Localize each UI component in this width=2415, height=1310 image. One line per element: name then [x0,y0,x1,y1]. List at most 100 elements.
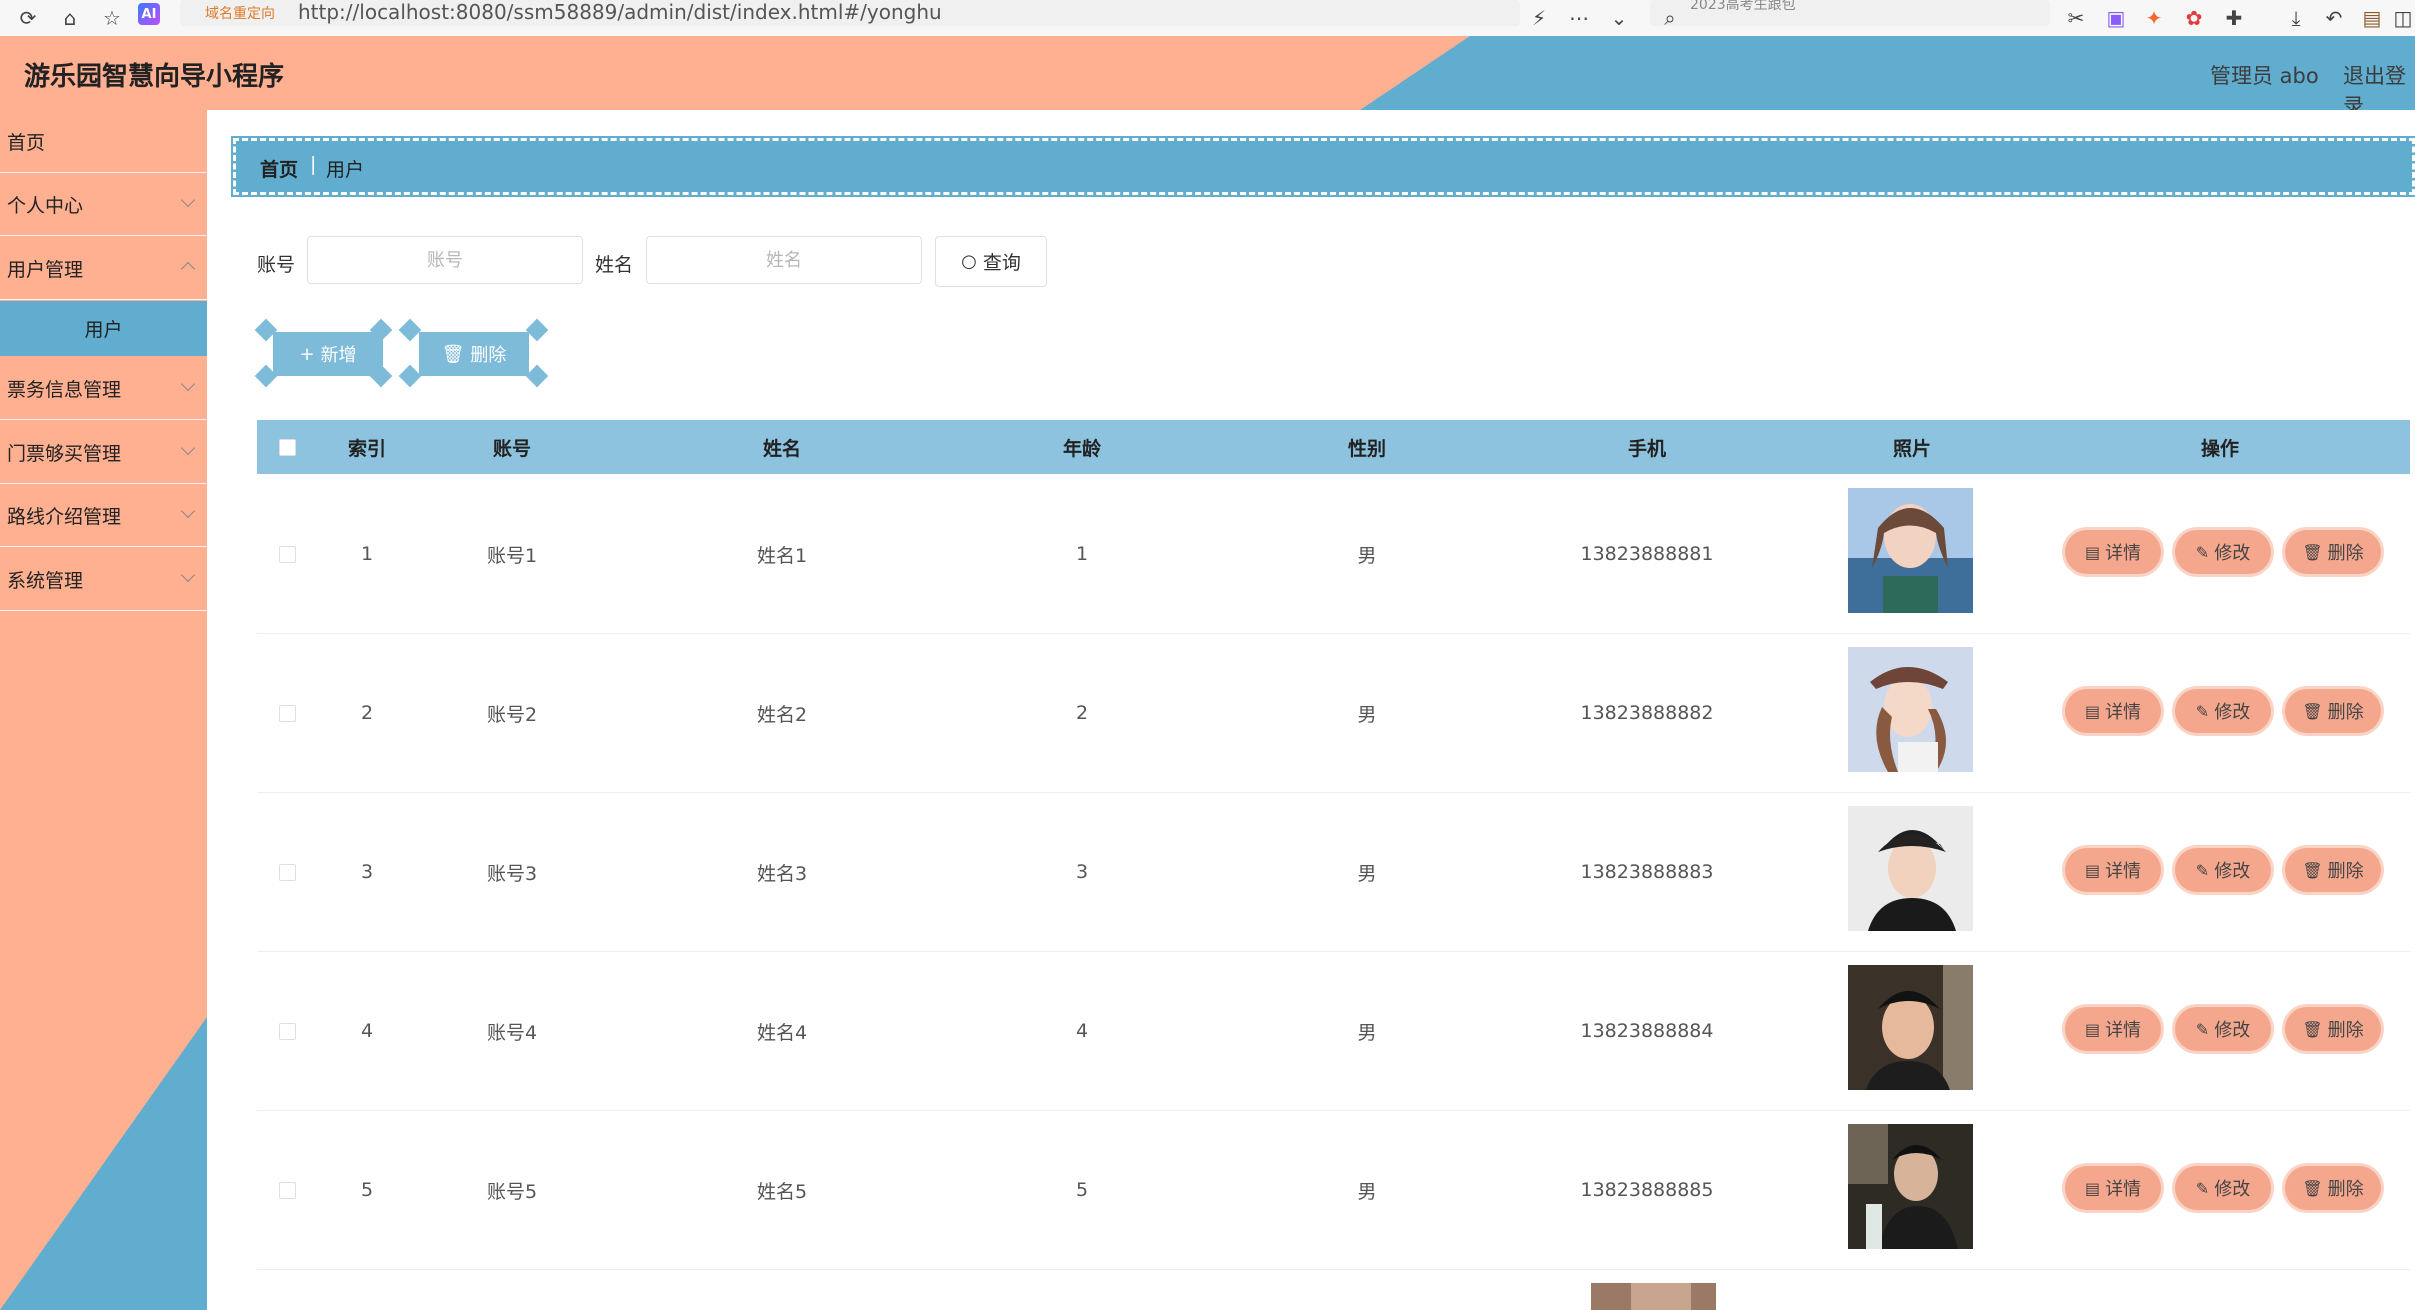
briefcase-icon[interactable]: ▤ [2358,0,2386,36]
more-icon[interactable]: ⋯ [1565,0,1593,36]
undo-icon[interactable]: ↶ [2320,0,2348,36]
add-button-label: 新增 [320,345,357,366]
pencil-icon: ✎ [2195,1019,2210,1039]
download-icon[interactable]: ⤓ [2282,0,2310,36]
detail-button[interactable]: ▤ 详情 [2065,530,2161,574]
url-text[interactable]: http://localhost:8080/ssm58889/admin/dis… [298,0,942,24]
pencil-icon: ✎ [2195,542,2210,562]
row-checkbox[interactable] [279,1023,296,1040]
sidebar-corner-decoration [0,1017,207,1310]
cell-age: 3 [1075,861,1089,883]
ai-extension-icon[interactable]: AI [138,3,160,25]
add-button[interactable]: + 新增 [273,332,383,376]
sidebar-item-ticket-info[interactable]: 票务信息管理 [0,357,207,420]
row-checkbox[interactable] [279,864,296,881]
edit-button[interactable]: ✎ 修改 [2175,1166,2271,1210]
query-button[interactable]: ○ 查询 [935,236,1047,287]
trash-icon: 🗑 [2302,860,2323,880]
chevron-down-icon [180,376,196,392]
col-name: 姓名 [762,437,801,460]
delete-button[interactable]: 🗑 删除 [2285,1007,2381,1051]
sidebar-item-user-management[interactable]: 用户管理 [0,237,207,300]
button-corner-decoration [398,364,422,388]
detail-button[interactable]: ▤ 详情 [2065,689,2161,733]
browser-toolbar: ⟳ ⌂ ☆ AI 域名重定向 http://localhost:8080/ssm… [0,0,2415,37]
table-row: 1 账号1 姓名1 1 男 13823888881 ▤ 详情 ✎ 修改 🗑 删除 [257,475,2410,634]
button-corner-decoration [525,364,549,388]
home-icon[interactable]: ⌂ [56,0,84,36]
cell-index: 4 [360,1020,374,1042]
edit-button[interactable]: ✎ 修改 [2175,689,2271,733]
user-photo[interactable] [1848,1124,1973,1249]
select-all-checkbox[interactable] [279,439,296,456]
col-index: 索引 [347,437,386,460]
cell-name: 姓名4 [756,1021,808,1044]
puzzle-icon[interactable]: ✚ [2220,0,2248,36]
game-icon[interactable]: ✦ [2140,0,2168,36]
browser-search-text: 2023高考生跟包 [1690,0,1796,13]
delete-label: 删除 [2327,543,2364,564]
translate-icon[interactable]: ▣ [2102,0,2130,36]
name-label: 姓名 [595,254,634,276]
detail-label: 详情 [2105,702,2142,723]
cell-phone: 13823888885 [1580,1179,1714,1201]
cell-index: 5 [360,1179,374,1201]
logout-link[interactable]: 退出登录 [2343,60,2415,110]
user-photo[interactable] [1848,488,1973,613]
col-phone: 手机 [1627,437,1666,460]
scissors-icon[interactable]: ✂ [2062,0,2090,36]
delete-button[interactable]: 🗑 删除 [2285,689,2381,733]
delete-button[interactable]: 🗑 删除 [2285,848,2381,892]
account-search-input[interactable] [307,236,583,284]
batch-delete-button[interactable]: 🗑 删除 [419,332,529,376]
delete-button[interactable]: 🗑 删除 [2285,530,2381,574]
sidebar-subitem-users[interactable]: 用户 [0,301,207,356]
sidebar-item-label: 门票够买管理 [7,442,122,465]
sidebar-item-ticket-purchase[interactable]: 门票够买管理 [0,421,207,484]
cell-account: 账号1 [486,544,538,567]
trash-icon: 🗑 [2302,542,2323,562]
chevron-down-icon[interactable]: ⌄ [1605,0,1633,36]
sidebar: 首页 个人中心 用户管理 用户 票务信息管理 门票够买管理 路线介绍管理 系统管… [0,110,207,1310]
bookmark-star-icon[interactable]: ☆ [98,0,126,36]
user-photo[interactable] [1848,806,1973,931]
detail-button[interactable]: ▤ 详情 [2065,848,2161,892]
edit-button[interactable]: ✎ 修改 [2175,848,2271,892]
cell-gender: 男 [1357,1021,1377,1044]
col-photo: 照片 [1892,437,1931,460]
user-photo[interactable] [1848,647,1973,772]
row-checkbox[interactable] [279,546,296,563]
edit-label: 修改 [2214,702,2251,723]
detail-button[interactable]: ▤ 详情 [2065,1007,2161,1051]
lightning-icon[interactable]: ⚡ [1525,0,1553,36]
flower-icon[interactable]: ✿ [2180,0,2208,36]
document-icon: ▤ [2084,1019,2101,1039]
edit-button[interactable]: ✎ 修改 [2175,530,2271,574]
user-photo[interactable] [1848,965,1973,1090]
sidebar-item-home[interactable]: 首页 [0,110,207,173]
name-search-input[interactable] [646,236,922,284]
cell-account: 账号2 [486,703,538,726]
sidebar-item-system[interactable]: 系统管理 [0,548,207,611]
row-checkbox[interactable] [279,1182,296,1199]
cell-account: 账号5 [486,1180,538,1203]
search-icon: ○ [961,251,977,272]
sidebar-item-route-intro[interactable]: 路线介绍管理 [0,484,207,547]
breadcrumb-current: 用户 [326,159,365,181]
user-photo-partial[interactable] [1591,1283,1716,1310]
cell-name: 姓名2 [756,703,808,726]
split-view-icon[interactable]: ◫ [2392,0,2414,36]
edit-button[interactable]: ✎ 修改 [2175,1007,2271,1051]
breadcrumb-home[interactable]: 首页 [260,155,298,182]
trash-icon: 🗑 [2302,1178,2323,1198]
row-checkbox[interactable] [279,705,296,722]
detail-label: 详情 [2105,861,2142,882]
sidebar-item-personal-center[interactable]: 个人中心 [0,173,207,236]
cell-phone: 13823888884 [1580,1020,1714,1042]
cell-phone: 13823888881 [1580,543,1714,565]
cell-name: 姓名5 [756,1180,808,1203]
reload-icon[interactable]: ⟳ [14,0,42,36]
chevron-up-icon [180,261,196,277]
detail-button[interactable]: ▤ 详情 [2065,1166,2161,1210]
delete-button[interactable]: 🗑 删除 [2285,1166,2381,1210]
